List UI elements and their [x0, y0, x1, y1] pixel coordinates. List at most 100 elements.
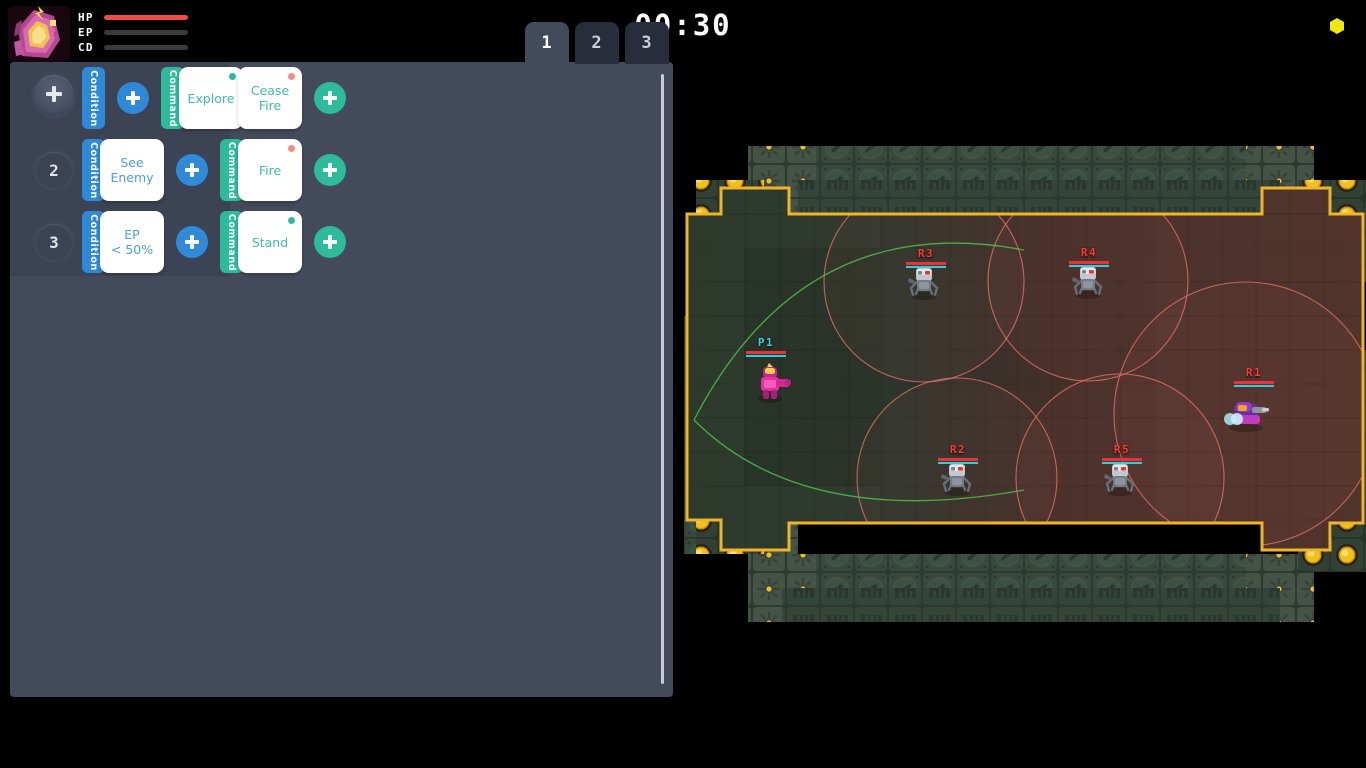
program-row: 3 Condition EP < 50% Command Stand	[10, 206, 650, 278]
add-command-button[interactable]	[314, 226, 346, 258]
frame-tile-node	[1280, 146, 1314, 180]
card-label: Stand	[251, 234, 289, 250]
frame-tile-ik	[1054, 588, 1088, 622]
frame-tile-ik	[884, 180, 918, 214]
frame-tile-ik	[918, 588, 952, 622]
row-number-badge[interactable]: 2	[36, 152, 72, 188]
card-label: Explore	[187, 90, 235, 106]
frame-tile-node	[782, 146, 816, 180]
stat-cd: CD	[78, 41, 188, 54]
row-slots: Condition Command Explore Cease Fire	[82, 67, 346, 129]
frame-tile-ik	[816, 180, 850, 214]
frame-tile-screw	[1122, 554, 1156, 588]
command-card[interactable]: Stand	[238, 211, 302, 273]
condition-card[interactable]: EP < 50%	[100, 211, 164, 273]
add-condition-button[interactable]	[117, 82, 149, 114]
condition-card[interactable]: See Enemy	[100, 139, 164, 201]
frame-tile-screw	[1088, 554, 1122, 588]
frame-tile-orb	[1332, 180, 1366, 214]
add-condition-button[interactable]	[176, 154, 208, 186]
program-panel: 1ConditionCommandExploreCeaseFire2Condit…	[10, 62, 673, 697]
add-row-button[interactable]	[35, 75, 73, 113]
frame-tile-screw	[1122, 146, 1156, 180]
hexagon-coin-icon	[1328, 17, 1346, 35]
program-tabs[interactable]: 123	[525, 22, 669, 64]
frame-tile-node	[1246, 554, 1280, 588]
frame-tile-ik	[1088, 588, 1122, 622]
frame-tile-screw	[1190, 146, 1224, 180]
frame-tile-screw	[952, 146, 986, 180]
frame-tile-node	[748, 554, 782, 588]
frame-tile-node	[748, 588, 782, 622]
frame-tile-ik	[816, 588, 850, 622]
frame-tile-screw	[1190, 554, 1224, 588]
frame-tile-ik	[986, 588, 1020, 622]
frame-tile-ik	[952, 180, 986, 214]
frame-tile-ik	[884, 588, 918, 622]
stat-cd-bar	[104, 45, 188, 50]
add-command-button[interactable]	[314, 154, 346, 186]
frame-tile-ik	[1156, 180, 1190, 214]
stat-cd-label: CD	[78, 41, 94, 54]
frame-tile-screw	[1054, 146, 1088, 180]
battlefield-map[interactable]: P1 R1 R2 R3 R4 R5	[684, 130, 1366, 630]
frame-tile-ik	[1122, 180, 1156, 214]
match-timer: 00:30	[634, 8, 732, 42]
frame-tile-ik	[850, 180, 884, 214]
frame-tile-ik	[952, 588, 986, 622]
frame-tile-ik	[1122, 588, 1156, 622]
top-hud-bar: HP EP CD 00:30	[0, 0, 1366, 62]
frame-tile-screw	[1156, 146, 1190, 180]
condition-tag: Condition	[82, 67, 105, 129]
card-status-dot	[288, 73, 295, 80]
frame-tile-screw	[1020, 554, 1054, 588]
frame-tile-ik	[918, 180, 952, 214]
frame-tile-screw	[1156, 554, 1190, 588]
frame-tile-ik	[782, 588, 816, 622]
frame-tile-orb	[1332, 538, 1366, 572]
card-status-dot	[288, 217, 295, 224]
frame-tile-node	[1246, 146, 1280, 180]
frame-tile-ik	[1020, 588, 1054, 622]
frame-tile-screw	[816, 554, 850, 588]
frame-tile-ik	[1054, 180, 1088, 214]
command-card[interactable]: Fire	[238, 139, 302, 201]
frame-tile-screw	[850, 554, 884, 588]
frame-tile-ik	[1190, 180, 1224, 214]
frame-tile-screw	[986, 146, 1020, 180]
card-label: EP < 50%	[110, 227, 154, 257]
bottom-bar: InsertDeleteUndoRedoCopyPasteClearClose …	[0, 697, 1366, 768]
card-label: See Enemy	[110, 155, 154, 185]
program-row: 1ConditionCommandExploreCeaseFire	[10, 62, 650, 134]
frame-tile-screw	[986, 554, 1020, 588]
frame-tile-screw	[952, 554, 986, 588]
frame-tile-screw	[884, 146, 918, 180]
card-status-dot	[229, 73, 236, 80]
command-card[interactable]: Explore	[179, 67, 243, 129]
frame-tile-screw	[918, 554, 952, 588]
frame-tile-ik	[986, 180, 1020, 214]
frame-tile-screw	[1054, 554, 1088, 588]
card-status-dot	[288, 145, 295, 152]
frame-tile-ik	[1156, 588, 1190, 622]
frame-tile-ik	[1224, 588, 1258, 622]
panel-scrollbar[interactable]	[661, 74, 664, 684]
card-label: Fire	[258, 162, 282, 178]
row-slots: Condition See Enemy Command Fire	[82, 139, 346, 201]
add-condition-button[interactable]	[176, 226, 208, 258]
row-number-badge[interactable]: 3	[36, 224, 72, 260]
frame-tile-ik	[1088, 180, 1122, 214]
tab-1[interactable]: 1	[525, 22, 569, 64]
frame-tile-screw	[816, 146, 850, 180]
frame-tile-node	[1280, 588, 1314, 622]
tab-3[interactable]: 3	[625, 22, 669, 64]
frame-tile-ik	[1224, 180, 1258, 214]
frame-tile-ik	[1190, 588, 1224, 622]
add-command-button[interactable]	[314, 82, 346, 114]
card-label: Cease Fire	[250, 83, 290, 113]
frame-tile-screw	[1020, 146, 1054, 180]
frame-tile-screw	[884, 554, 918, 588]
command-card[interactable]: Cease Fire	[238, 67, 302, 129]
tab-2[interactable]: 2	[575, 22, 619, 64]
frame-tile-screw	[918, 146, 952, 180]
